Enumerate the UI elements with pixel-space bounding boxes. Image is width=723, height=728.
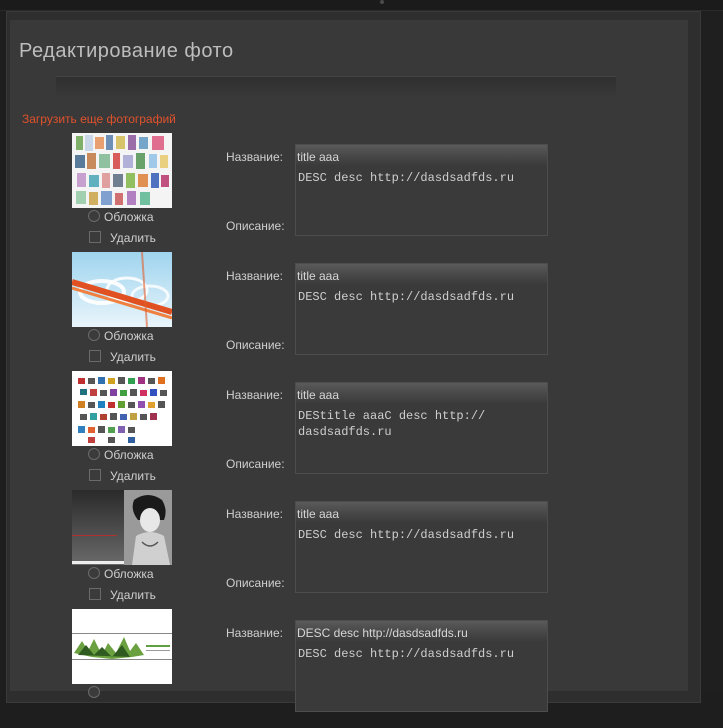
photo-thumbnail[interactable] <box>72 133 172 208</box>
photo-row: Обложка Удалить Название: Описание: titl… <box>0 252 690 371</box>
photo-thumbnail[interactable] <box>72 609 172 684</box>
cover-label: Обложка <box>104 210 154 224</box>
description-label: Описание: <box>226 576 285 590</box>
name-input[interactable]: title aaa <box>295 501 548 523</box>
delete-checkbox[interactable] <box>89 350 101 362</box>
photo-thumbnail[interactable] <box>72 490 172 565</box>
cover-radio[interactable] <box>88 448 100 460</box>
top-bar <box>0 0 723 11</box>
name-input[interactable]: title aaa <box>295 263 548 285</box>
description-textarea[interactable]: DESC desc http://dasdsadfds.ru <box>295 523 548 593</box>
cover-radio[interactable] <box>88 686 100 698</box>
name-label: Название: <box>226 507 283 521</box>
description-label: Описание: <box>226 457 285 471</box>
title-underline <box>56 76 616 97</box>
delete-checkbox[interactable] <box>89 469 101 481</box>
photo-row: Обложка Удалить Название: Описание: titl… <box>0 490 690 609</box>
delete-label: Удалить <box>110 469 156 483</box>
upload-more-link[interactable]: Загрузить еще фотографий <box>22 112 176 126</box>
cover-label: Обложка <box>104 329 154 343</box>
name-label: Название: <box>226 388 283 402</box>
name-label: Название: <box>226 150 283 164</box>
delete-label: Удалить <box>110 231 156 245</box>
page-title: Редактирование фото <box>19 40 234 62</box>
description-textarea[interactable]: DEStitle aaaC desc http:// dasdsadfds.ru <box>295 404 548 474</box>
description-textarea[interactable]: DESC desc http://dasdsadfds.ru <box>295 642 548 712</box>
cover-label: Обложка <box>104 567 154 581</box>
delete-checkbox[interactable] <box>89 588 101 600</box>
cover-radio[interactable] <box>88 329 100 341</box>
photo-row: Обложка Удалить Название: Описание: titl… <box>0 133 690 252</box>
delete-label: Удалить <box>110 588 156 602</box>
photo-row: Обложка Удалить Название: Описание: titl… <box>0 371 690 490</box>
delete-label: Удалить <box>110 350 156 364</box>
cover-label: Обложка <box>104 448 154 462</box>
name-input[interactable]: title aaa <box>295 144 548 166</box>
cover-radio[interactable] <box>88 567 100 579</box>
photo-row: Название: DESC desc http://dasdsadfds.ru… <box>0 609 690 728</box>
description-label: Описание: <box>226 219 285 233</box>
top-bar-dot <box>380 0 384 4</box>
description-label: Описание: <box>226 338 285 352</box>
delete-checkbox[interactable] <box>89 231 101 243</box>
name-input[interactable]: DESC desc http://dasdsadfds.ru <box>295 620 548 642</box>
name-input[interactable]: title aaa <box>295 382 548 404</box>
photo-thumbnail[interactable] <box>72 371 172 446</box>
right-frame <box>700 11 723 691</box>
photo-thumbnail[interactable] <box>72 252 172 327</box>
description-textarea[interactable]: DESC desc http://dasdsadfds.ru <box>295 285 548 355</box>
description-textarea[interactable]: DESC desc http://dasdsadfds.ru <box>295 166 548 236</box>
name-label: Название: <box>226 626 283 640</box>
cover-radio[interactable] <box>88 210 100 222</box>
name-label: Название: <box>226 269 283 283</box>
